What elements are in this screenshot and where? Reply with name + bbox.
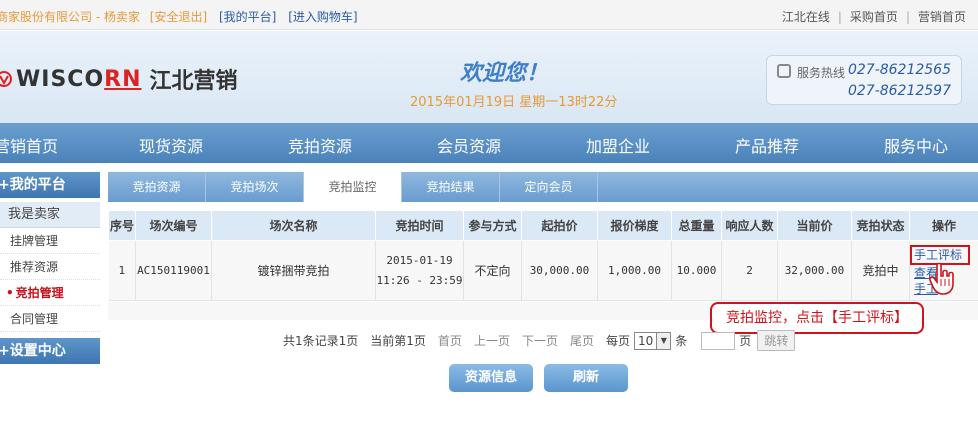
pager-unit: 条: [675, 334, 688, 348]
pager-summary: 共1条记录1页: [283, 334, 359, 348]
tab-directed-members[interactable]: 定向会员: [500, 172, 598, 202]
col-name: 场次名称: [211, 210, 376, 241]
sidebar-item-recommend[interactable]: 推荐资源: [0, 254, 100, 280]
nav-product-recommend[interactable]: 产品推荐: [735, 133, 799, 157]
logout-link[interactable]: [安全退出]: [150, 10, 207, 24]
tab-auction-resources[interactable]: 竞拍资源: [108, 172, 206, 202]
welcome-text: 欢迎您！: [460, 61, 549, 86]
pagination: 共1条记录1页 当前第1页 首页 上一页 下一页 尾页 每页 10 ▼ 条 页 …: [283, 330, 796, 351]
pager-next[interactable]: 下一页: [522, 332, 558, 349]
pager-prev[interactable]: 上一页: [474, 332, 510, 349]
pager-current: 当前第1页: [370, 334, 426, 348]
top-bar: 商家股份有限公司 - 杨卖家 [安全退出] [我的平台] [进入购物车] 江北在…: [0, 0, 978, 30]
nav-service-center[interactable]: 服务中心: [884, 133, 948, 157]
cell-responders: 2: [721, 240, 778, 301]
per-page-select[interactable]: 10 ▼: [634, 331, 672, 350]
cart-link[interactable]: [进入购物车]: [288, 10, 357, 24]
resource-info-button[interactable]: 资源信息: [449, 364, 533, 392]
sidebar-item-contract[interactable]: 合同管理: [0, 306, 100, 332]
nav-spot-resources[interactable]: 现货资源: [139, 133, 203, 157]
tab-auction-results[interactable]: 竞拍结果: [402, 172, 500, 202]
phone-icon: [777, 64, 791, 78]
col-step: 报价梯度: [597, 210, 672, 241]
nav-marketing-home[interactable]: 营销首页: [0, 133, 58, 157]
hotline-box: 服务热线 027-86212565 027-86212597: [766, 55, 962, 105]
cell-current-price: 32,000.00: [777, 240, 852, 301]
table-header-row: 序号 场次编号 场次名称 竞拍时间 参与方式 起拍价 报价梯度 总重量 响应人数…: [108, 210, 978, 241]
hand-cursor-icon: [929, 262, 954, 295]
pager-first[interactable]: 首页: [438, 332, 462, 349]
cell-step: 1,000.00: [597, 240, 672, 301]
col-code: 场次编号: [135, 210, 212, 241]
sidebar-item-listing[interactable]: 挂牌管理: [0, 228, 100, 254]
pager-page-unit: 页: [739, 334, 752, 348]
table-row: 1 AC150119001 镀锌捆带竞拍 2015-01-19 11:26 - …: [108, 240, 978, 301]
sidebar-head-settings[interactable]: +设置中心: [0, 338, 100, 364]
cell-time: 2015-01-19 11:26 - 23:59: [375, 240, 464, 301]
main-nav: 营销首页 现货资源 竞拍资源 会员资源 加盟企业 产品推荐 服务中心: [0, 123, 978, 163]
sidebar-head-platform[interactable]: +我的平台: [0, 172, 100, 198]
col-status: 竞拍状态: [851, 210, 910, 241]
hotline-number-1: 027-86212565: [847, 62, 951, 78]
page-number-input[interactable]: [701, 331, 736, 350]
link-jiangbei-online[interactable]: 江北在线: [782, 10, 830, 24]
content-tabs: 竞拍资源 竞拍场次 竞拍监控 竞拍结果 定向会员: [108, 172, 978, 202]
company-user-label: 商家股份有限公司 - 杨卖家: [0, 10, 140, 24]
site-logo[interactable]: WISCORN 江北营销: [0, 61, 238, 97]
jump-button[interactable]: 跳转: [757, 330, 796, 351]
col-no: 序号: [108, 210, 136, 241]
sidebar-seller[interactable]: 我是卖家: [0, 202, 100, 228]
logo-brand-en: WISCO: [16, 66, 105, 92]
cell-code: AC150119001: [135, 240, 212, 301]
col-current-price: 当前价: [777, 210, 852, 241]
top-bar-left: 商家股份有限公司 - 杨卖家 [安全退出] [我的平台] [进入购物车]: [0, 8, 358, 25]
cell-weight: 10.000: [671, 240, 722, 301]
hotline-label: 服务热线: [797, 66, 846, 80]
col-time: 竞拍时间: [375, 210, 464, 241]
per-page-value: 10: [638, 333, 654, 348]
nav-member-resources[interactable]: 会员资源: [437, 133, 501, 157]
tab-auction-monitor[interactable]: 竞拍监控: [304, 172, 402, 202]
top-bar-right: 江北在线 | 采购首页 | 营销首页: [782, 8, 966, 25]
cell-mode: 不定向: [463, 240, 522, 301]
logo-brand-en-red: RN: [104, 66, 142, 92]
col-start-price: 起拍价: [521, 210, 598, 241]
divider: |: [837, 10, 842, 24]
sidebar: +我的平台 我是卖家 挂牌管理 推荐资源 竞拍管理 合同管理 +设置中心: [0, 172, 100, 364]
tab-auction-sessions[interactable]: 竞拍场次: [206, 172, 304, 202]
chevron-down-icon: ▼: [656, 332, 671, 349]
pager-last[interactable]: 尾页: [570, 332, 594, 349]
logo-mark-icon: [0, 71, 12, 87]
logo-brand-text: WISCORN: [16, 67, 142, 92]
nav-auction-resources[interactable]: 竞拍资源: [288, 133, 352, 157]
current-date: 2015年01月19日 星期一13时22分: [410, 95, 618, 110]
cell-time-range: 11:26 - 23:59: [376, 273, 463, 287]
divider: |: [905, 10, 910, 24]
sidebar-item-auction[interactable]: 竞拍管理: [0, 280, 100, 306]
col-ops: 操作: [909, 210, 978, 241]
cell-no: 1: [108, 240, 136, 301]
auction-table: 序号 场次编号 场次名称 竞拍时间 参与方式 起拍价 报价梯度 总重量 响应人数…: [108, 210, 978, 301]
col-mode: 参与方式: [463, 210, 522, 241]
pager-per-page-label: 每页: [605, 334, 630, 348]
cell-status: 竞拍中: [851, 240, 910, 301]
refresh-button[interactable]: 刷新: [544, 364, 628, 392]
col-responders: 响应人数: [721, 210, 778, 241]
my-platform-link[interactable]: [我的平台]: [219, 10, 276, 24]
link-marketing-home[interactable]: 营销首页: [918, 10, 966, 24]
hotline-number-2: 027-86212597: [847, 83, 951, 99]
link-purchase-home[interactable]: 采购首页: [850, 10, 898, 24]
cell-start-price: 30,000.00: [521, 240, 598, 301]
col-weight: 总重量: [671, 210, 722, 241]
nav-partner-companies[interactable]: 加盟企业: [586, 133, 650, 157]
cell-date: 2015-01-19: [386, 253, 453, 267]
logo-brand-cn: 江北营销: [149, 69, 238, 94]
site-header: WISCORN 江北营销 欢迎您！ 2015年01月19日 星期一13时22分 …: [0, 31, 978, 123]
cell-name: 镀锌捆带竞拍: [211, 240, 376, 301]
